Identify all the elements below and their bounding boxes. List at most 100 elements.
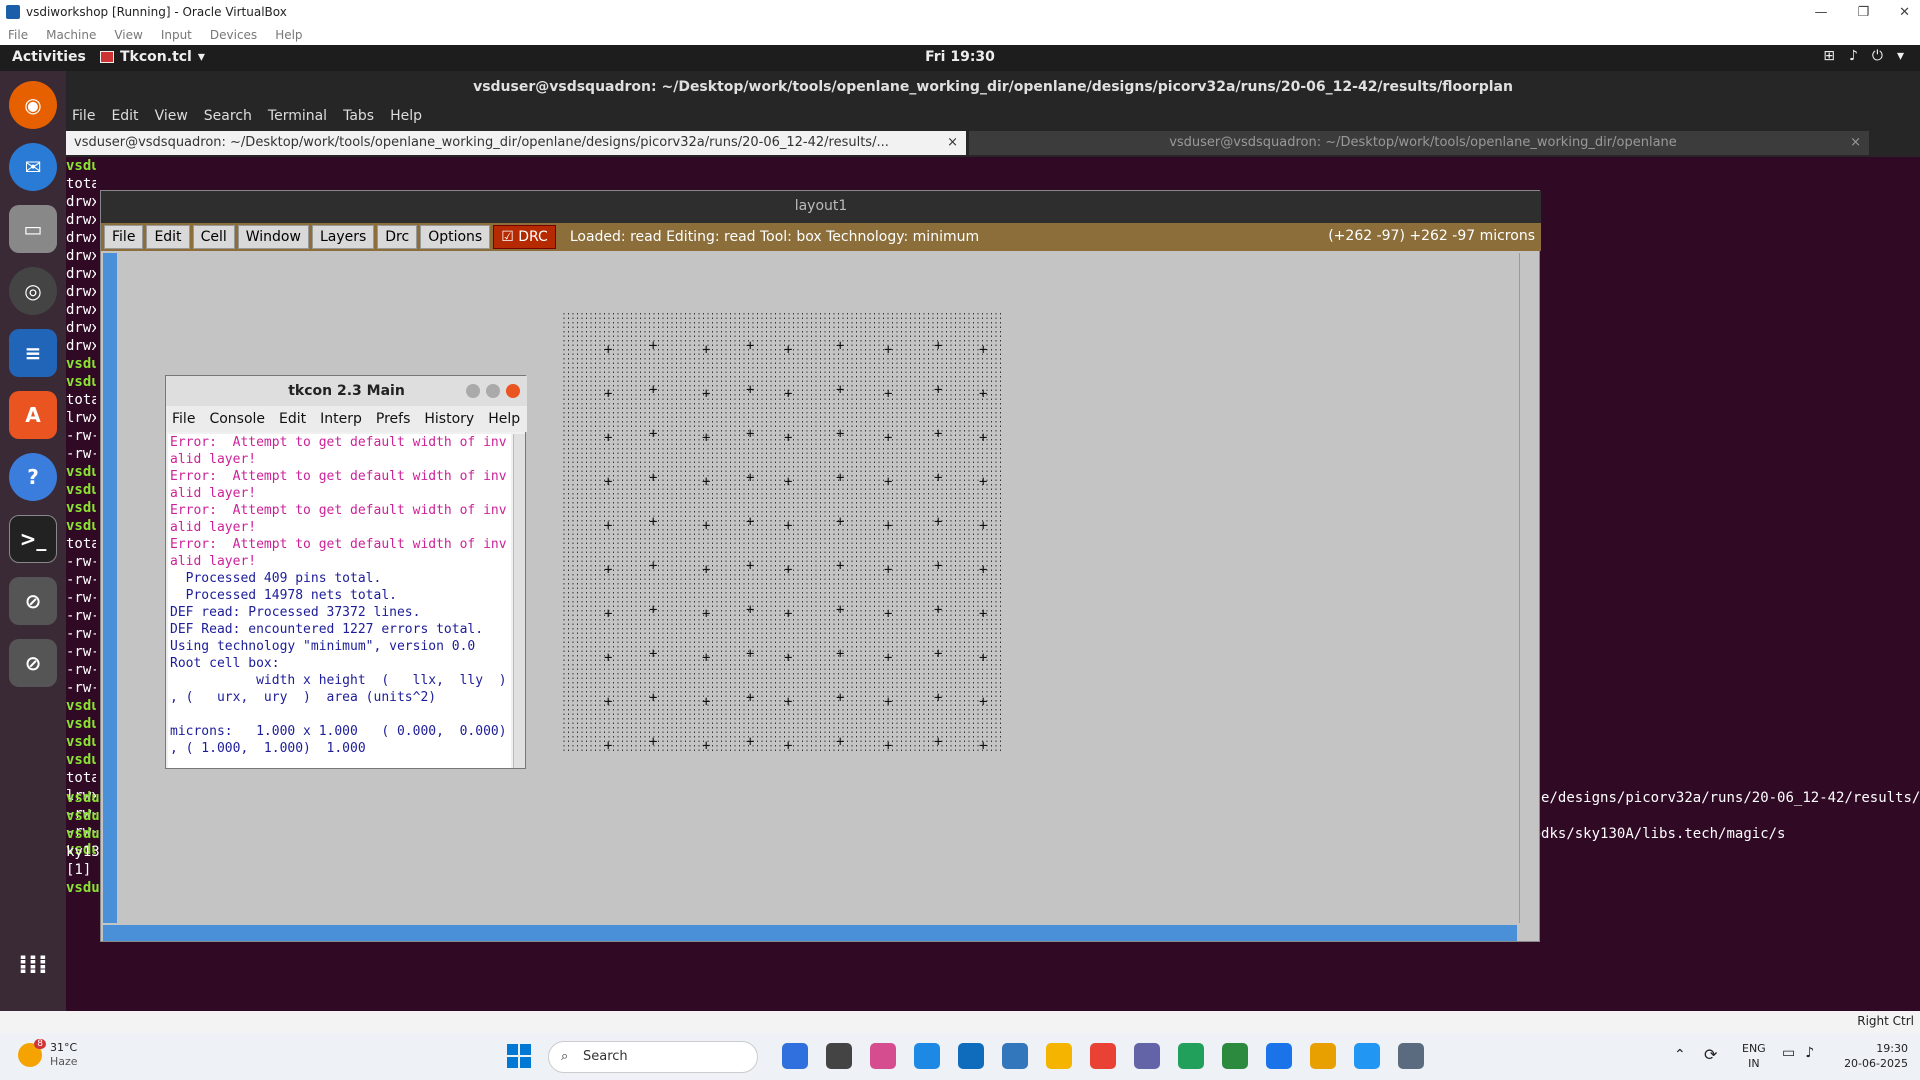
terminal-menu-bar: File Edit View Search Terminal Tabs Help — [66, 103, 1920, 129]
magic-menu-window[interactable]: Window — [237, 225, 309, 249]
tk-menu-file[interactable]: File — [172, 411, 195, 427]
term-menu-tabs[interactable]: Tabs — [343, 108, 374, 124]
blocked-app-icon[interactable]: ⊘ — [9, 577, 57, 625]
tk-menu-history[interactable]: History — [424, 411, 474, 427]
scrollback-line: vsdu — [66, 752, 96, 768]
vbox-menu-devices[interactable]: Devices — [210, 28, 257, 42]
tk-menu-edit[interactable]: Edit — [279, 411, 306, 427]
term-menu-help[interactable]: Help — [390, 108, 422, 124]
writer-icon[interactable]: ≡ — [9, 329, 57, 377]
tk-menu-interp[interactable]: Interp — [320, 411, 362, 427]
taskbar-app-icon[interactable] — [1266, 1043, 1292, 1069]
close-icon[interactable] — [506, 384, 520, 398]
term-menu-file[interactable]: File — [72, 108, 95, 124]
taskbar-app-icon[interactable] — [1398, 1043, 1424, 1069]
magic-menu-options[interactable]: Options — [420, 225, 491, 249]
taskbar-app-icon[interactable] — [914, 1043, 940, 1069]
magic-menu-bar: File Edit Cell Window Layers Drc Options… — [101, 223, 1541, 251]
tap-cell-marker: + — [979, 386, 987, 402]
layer-panel[interactable] — [1519, 253, 1539, 923]
clock[interactable]: Fri 19:30 — [925, 49, 995, 65]
taskbar-app-icon[interactable] — [782, 1043, 808, 1069]
app-menu[interactable]: Tkcon.tcl ▾ — [100, 49, 205, 65]
scrollback-line: -rw- — [66, 572, 96, 588]
system-tray[interactable]: ⊞ ♪ ⏻ ▾ — [1823, 48, 1904, 64]
taskbar-app-icon[interactable] — [1134, 1043, 1160, 1069]
terminal-tab-inactive[interactable]: vsduser@vsdsquadron: ~/Desktop/work/tool… — [969, 131, 1869, 155]
minimize-icon[interactable] — [466, 384, 480, 398]
terminal-icon[interactable]: >_ — [9, 515, 57, 563]
tk-menu-help[interactable]: Help — [488, 411, 520, 427]
term-menu-search[interactable]: Search — [204, 108, 252, 124]
magic-menu-file[interactable]: File — [104, 225, 144, 249]
taskbar-app-icon[interactable] — [1090, 1043, 1116, 1069]
taskbar-app-icon[interactable] — [1002, 1043, 1028, 1069]
blocked-app-icon-2[interactable]: ⊘ — [9, 639, 57, 687]
terminal-tab-active[interactable]: vsduser@vsdsquadron: ~/Desktop/work/tool… — [66, 131, 966, 155]
taskbar-app-icon[interactable] — [1354, 1043, 1380, 1069]
taskbar-app-icon[interactable] — [826, 1043, 852, 1069]
horizontal-scrollbar[interactable] — [103, 925, 1517, 941]
language-indicator[interactable]: ENG IN — [1742, 1041, 1766, 1071]
taskbar-app-icon[interactable] — [1310, 1043, 1336, 1069]
tap-cell-marker: + — [649, 734, 657, 750]
magic-menu-drc[interactable]: Drc — [377, 225, 418, 249]
tap-cell-marker: + — [702, 562, 710, 578]
maximize-icon[interactable] — [486, 384, 500, 398]
tkcon-console[interactable]: Error: Attempt to get default width of i… — [168, 434, 511, 768]
sync-icon[interactable]: ⟳ — [1704, 1045, 1717, 1064]
taskbar-app-icon[interactable] — [870, 1043, 896, 1069]
files-icon[interactable]: ▭ — [9, 205, 57, 253]
tk-menu-prefs[interactable]: Prefs — [376, 411, 410, 427]
tap-cell-marker: + — [746, 558, 754, 574]
tkcon-scrollbar[interactable] — [513, 434, 525, 768]
drc-toggle[interactable]: ☑ DRC — [493, 225, 556, 249]
term-menu-terminal[interactable]: Terminal — [268, 108, 327, 124]
vbox-menu-file[interactable]: File — [8, 28, 28, 42]
taskbar-app-icon[interactable] — [958, 1043, 984, 1069]
tap-cell-marker: + — [702, 650, 710, 666]
tap-cell-marker: + — [836, 602, 844, 618]
taskbar-app-icon[interactable] — [1046, 1043, 1072, 1069]
vertical-scrollbar[interactable] — [103, 253, 117, 923]
console-line: , ( 1.000, 1.000) 1.000 — [170, 741, 366, 756]
taskbar-app-icon[interactable] — [1222, 1043, 1248, 1069]
taskbar-app-icon[interactable] — [1178, 1043, 1204, 1069]
close-icon[interactable]: × — [1850, 131, 1861, 155]
chevron-up-icon[interactable]: ⌃ — [1674, 1047, 1686, 1063]
start-icon[interactable] — [507, 1044, 531, 1068]
drc-label: DRC — [518, 229, 548, 245]
taskbar-search[interactable]: ⌕ Search — [548, 1041, 758, 1073]
tap-cell-marker: + — [784, 694, 792, 710]
console-line: Processed 14978 nets total. — [170, 588, 397, 603]
quick-settings[interactable]: ▭ ♪ — [1782, 1045, 1814, 1061]
rhythmbox-icon[interactable]: ◎ — [9, 267, 57, 315]
tap-cell-marker: + — [934, 426, 942, 442]
maximize-icon[interactable]: ❐ — [1857, 5, 1869, 20]
scrollback-line: drwx — [66, 194, 96, 210]
tk-menu-console[interactable]: Console — [209, 411, 265, 427]
taskbar-clock[interactable]: 19:30 20-06-2025 — [1844, 1041, 1908, 1071]
firefox-icon[interactable]: ◉ — [9, 81, 57, 129]
tap-cell-marker: + — [784, 650, 792, 666]
close-icon[interactable]: × — [947, 131, 958, 155]
thunderbird-icon[interactable]: ✉ — [9, 143, 57, 191]
magic-menu-layers[interactable]: Layers — [311, 225, 375, 249]
magic-menu-edit[interactable]: Edit — [146, 225, 190, 249]
activities-button[interactable]: Activities — [12, 49, 86, 65]
help-icon[interactable]: ? — [9, 453, 57, 501]
weather-widget[interactable]: 8 31°C Haze — [18, 1039, 78, 1069]
term-menu-view[interactable]: View — [155, 108, 188, 124]
magic-menu-cell[interactable]: Cell — [192, 225, 235, 249]
minimize-icon[interactable]: — — [1814, 5, 1827, 20]
scrollback-line: vsdu — [66, 464, 96, 480]
show-apps-icon[interactable]: ⁞⁞⁞ — [9, 941, 57, 989]
term-menu-edit[interactable]: Edit — [111, 108, 138, 124]
close-icon[interactable]: ✕ — [1899, 5, 1910, 20]
console-line: DEF Read: encountered 1227 errors total. — [170, 622, 484, 637]
vbox-menu-input[interactable]: Input — [161, 28, 192, 42]
software-icon[interactable]: A — [9, 391, 57, 439]
vbox-menu-help[interactable]: Help — [275, 28, 302, 42]
vbox-menu-view[interactable]: View — [114, 28, 142, 42]
vbox-menu-machine[interactable]: Machine — [46, 28, 96, 42]
